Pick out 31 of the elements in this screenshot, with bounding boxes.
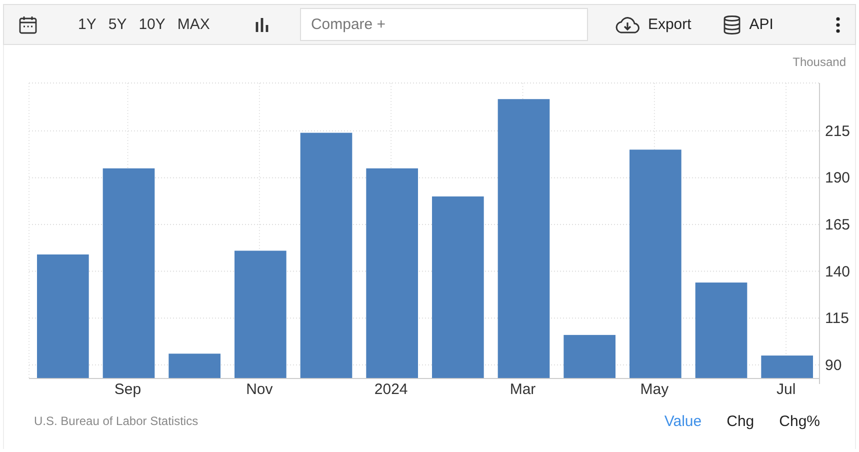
y-axis-label: 215 — [825, 122, 850, 140]
api-button[interactable]: API — [723, 14, 774, 36]
cloud-download-icon — [614, 16, 640, 34]
more-menu-icon[interactable] — [835, 16, 841, 32]
calendar-icon[interactable] — [18, 14, 38, 34]
x-axis-label: Sep — [114, 381, 142, 398]
database-icon — [723, 14, 742, 36]
bar — [168, 354, 220, 378]
bar-chart-icon[interactable] — [254, 16, 270, 32]
range-button[interactable]: 10Y — [132, 16, 172, 33]
x-axis-label: 2024 — [374, 381, 408, 398]
bar — [564, 334, 616, 378]
x-axis-label: May — [640, 381, 669, 398]
y-axis-label: 140 — [825, 263, 850, 280]
range-button[interactable]: 5Y — [102, 16, 133, 33]
bar — [761, 356, 813, 378]
x-axis-label: Jul — [776, 381, 796, 398]
view-tab[interactable]: Chg — [726, 412, 754, 430]
view-tab[interactable]: Chg% — [779, 412, 820, 430]
export-button[interactable]: Export — [614, 16, 692, 34]
y-axis-label: 165 — [825, 216, 850, 234]
range-button[interactable]: 1Y — [72, 16, 102, 33]
y-axis-label: 90 — [825, 356, 842, 374]
unit-label: Thousand — [792, 55, 846, 69]
y-axis-label: 190 — [825, 170, 850, 187]
x-axis-label: Mar — [510, 381, 536, 398]
compare-field[interactable]: Compare + — [300, 8, 588, 41]
source-text: U.S. Bureau of Labor Statistics — [34, 414, 198, 428]
range-button[interactable]: MAX — [171, 16, 216, 33]
x-axis-label: Nov — [246, 381, 273, 398]
y-axis-label: 115 — [825, 310, 849, 328]
